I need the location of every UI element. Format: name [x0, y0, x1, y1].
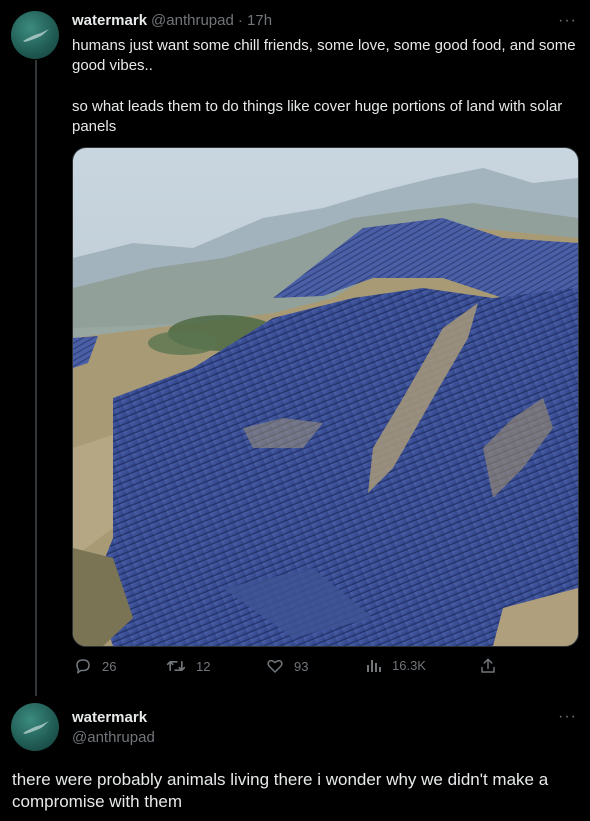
reply-handle[interactable]: @anthrupad — [72, 729, 155, 746]
retweet-count: 12 — [196, 658, 211, 674]
reply-display-name[interactable]: watermark — [72, 709, 147, 726]
reply-avatar[interactable] — [11, 703, 59, 751]
heart-icon — [267, 659, 283, 673]
reply-more-options-button[interactable]: ··· — [558, 708, 577, 726]
retweet-icon — [166, 660, 186, 671]
like-count: 93 — [294, 658, 309, 674]
tweet-text-paragraph-2: so what leads them to do things like cov… — [72, 98, 567, 135]
reply-action[interactable]: 26 — [74, 657, 116, 675]
analytics-bar-icon — [367, 660, 381, 672]
avatar-bird-icon — [23, 721, 49, 734]
reply-count: 26 — [102, 658, 117, 674]
tweet-media-image[interactable] — [72, 147, 579, 647]
reply-icon — [76, 659, 90, 674]
more-options-button[interactable]: ··· — [558, 12, 577, 30]
views-action[interactable]: 16.3K — [366, 657, 426, 673]
like-action[interactable]: 93 — [266, 657, 308, 675]
retweet-action[interactable]: 12 — [166, 657, 210, 675]
solar-panels-photo — [73, 148, 578, 646]
avatar-bird-icon — [23, 29, 49, 42]
tweet-header: watermark @anthrupad · 17h — [72, 12, 272, 29]
handle[interactable]: @anthrupad — [151, 12, 234, 29]
tweet-text-paragraph-1: humans just want some chill friends, som… — [72, 37, 580, 74]
share-action[interactable] — [479, 657, 497, 675]
share-icon — [481, 658, 495, 673]
view-count: 16.3K — [392, 657, 426, 673]
display-name[interactable]: watermark — [72, 12, 147, 29]
avatar[interactable] — [11, 11, 59, 59]
timestamp[interactable]: · 17h — [238, 12, 272, 29]
thread-connector-line — [35, 60, 37, 696]
reply-text: there were probably animals living there… — [12, 770, 549, 811]
